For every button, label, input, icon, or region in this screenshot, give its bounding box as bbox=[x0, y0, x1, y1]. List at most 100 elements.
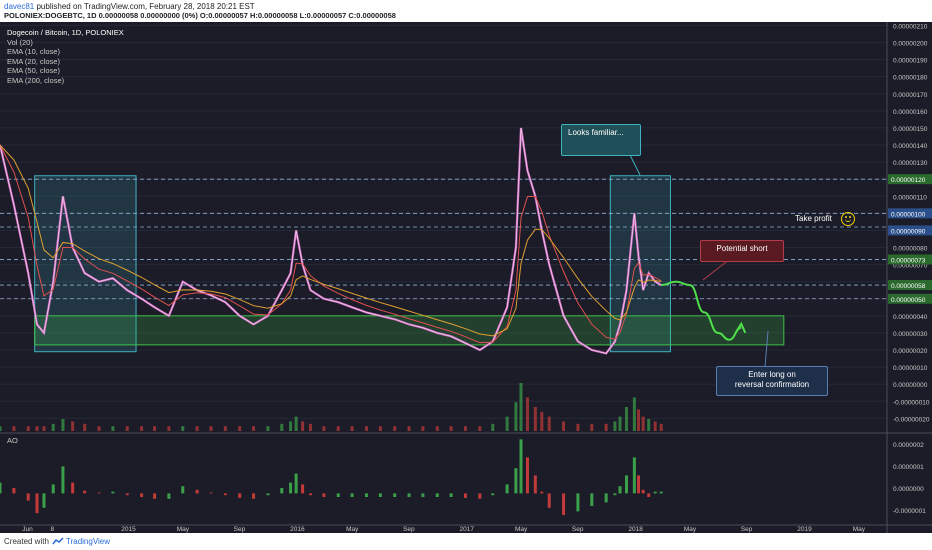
volume-bar bbox=[294, 416, 298, 431]
price-label: 0.00000120 bbox=[891, 177, 926, 184]
volume-bar bbox=[308, 423, 312, 431]
volume-bar bbox=[266, 426, 270, 431]
ao-bar bbox=[111, 491, 115, 494]
volume-bar bbox=[280, 423, 284, 431]
ao-bar bbox=[167, 493, 171, 499]
ao-tick-label: 0.0000001 bbox=[893, 464, 924, 471]
ao-bar bbox=[378, 493, 382, 497]
ao-bar bbox=[308, 493, 312, 496]
volume-bar bbox=[12, 426, 16, 431]
ao-bar bbox=[289, 482, 293, 494]
y-tick-label: 0.00000170 bbox=[893, 92, 928, 99]
y-tick-label: 0.00000190 bbox=[893, 58, 928, 65]
ao-bar bbox=[140, 493, 144, 497]
price-label: 0.00000073 bbox=[891, 257, 926, 264]
volume-bar bbox=[632, 397, 636, 431]
symbol-line: POLONIEX:DOGEBTC, 1D 0.00000058 0.000000… bbox=[4, 11, 396, 20]
volume-bar bbox=[364, 426, 368, 431]
legend-ema-50[interactable]: EMA (50, close) bbox=[7, 66, 124, 76]
zone-green bbox=[34, 315, 785, 346]
volume-bar bbox=[42, 426, 46, 431]
tradingview-brand-link[interactable]: TradingView bbox=[66, 537, 110, 546]
ao-bar bbox=[364, 493, 368, 497]
ao-bar bbox=[647, 493, 651, 497]
ao-bar bbox=[618, 486, 622, 494]
ao-bar bbox=[0, 482, 2, 494]
volume-bar bbox=[153, 426, 157, 431]
y-tick-label: 0.00000210 bbox=[893, 23, 928, 30]
ao-bar bbox=[624, 475, 628, 494]
ao-tick-label: 0.0000002 bbox=[893, 442, 924, 449]
ao-bar bbox=[505, 484, 509, 494]
smiley-icon bbox=[841, 212, 855, 226]
ao-bar bbox=[637, 475, 641, 494]
publish-line: davec81 published on TradingView.com, Fe… bbox=[4, 2, 255, 11]
x-tick-label: 2019 bbox=[797, 526, 812, 533]
price-chart[interactable]: 0.00000210 0.00000200 0.00000190 0.00000180… bbox=[0, 22, 932, 533]
volume-bar bbox=[61, 419, 65, 431]
ao-bar bbox=[449, 493, 453, 497]
ao-bar bbox=[604, 493, 608, 503]
ao-bar bbox=[547, 493, 551, 508]
volume-bar bbox=[83, 423, 87, 431]
ao-bar bbox=[280, 488, 284, 494]
y-tick-label: 0.00000040 bbox=[893, 314, 928, 321]
ao-bar bbox=[525, 457, 529, 494]
ao-bar bbox=[632, 457, 636, 494]
ao-tick-label: -0.0000001 bbox=[893, 508, 926, 515]
x-tick-label: 8 bbox=[50, 526, 54, 533]
y-tick-label: 0.00000150 bbox=[893, 126, 928, 133]
ao-bar bbox=[51, 484, 55, 494]
volume-bar bbox=[209, 426, 213, 431]
volume-bar bbox=[350, 426, 354, 431]
ao-bar bbox=[125, 493, 129, 496]
volume-bar bbox=[51, 423, 55, 431]
volume-bar bbox=[525, 397, 529, 431]
volume-bar bbox=[393, 426, 397, 431]
legend-title: Dogecoin / Bitcoin, 1D, POLONIEX bbox=[7, 28, 124, 37]
volume-bar bbox=[463, 426, 467, 431]
y-tick-label: 0.00000140 bbox=[893, 143, 928, 150]
volume-bar bbox=[301, 421, 305, 431]
enter-long-line2: reversal confirmation bbox=[734, 380, 810, 389]
y-tick-label: -0.00000020 bbox=[893, 416, 930, 423]
legend-ema-10[interactable]: EMA (10, close) bbox=[7, 47, 124, 57]
ao-bar bbox=[301, 484, 305, 494]
x-tick-label: 2015 bbox=[121, 526, 136, 533]
x-tick-label: Sep bbox=[403, 526, 415, 533]
y-tick-label: 0.00000110 bbox=[893, 194, 927, 201]
volume-bar bbox=[26, 426, 30, 431]
volume-bar bbox=[322, 426, 326, 431]
volume-bar bbox=[195, 426, 199, 431]
ao-bar bbox=[613, 493, 617, 496]
ao-bar bbox=[514, 468, 518, 494]
ao-bar bbox=[407, 493, 411, 497]
volume-bar bbox=[421, 426, 425, 431]
y-tick-label: 0.00000020 bbox=[893, 348, 928, 355]
x-tick-label: Sep bbox=[741, 526, 753, 533]
x-tick-label: Sep bbox=[234, 526, 246, 533]
volume-bar bbox=[140, 426, 144, 431]
ao-tick-label: 0.0000000 bbox=[893, 486, 924, 493]
ao-bar bbox=[590, 493, 594, 506]
volume-bar bbox=[111, 426, 115, 431]
legend-vol[interactable]: Vol (20) bbox=[7, 38, 124, 48]
author-link[interactable]: davec81 bbox=[4, 2, 34, 11]
volume-bar bbox=[576, 423, 580, 431]
ao-bar bbox=[653, 491, 657, 494]
ao-bar bbox=[252, 493, 256, 499]
legend-ema-20[interactable]: EMA (20, close) bbox=[7, 57, 124, 67]
volume-bar bbox=[540, 411, 544, 431]
y-tick-label: 0.00000160 bbox=[893, 109, 928, 116]
ao-bar bbox=[533, 475, 537, 494]
volume-bar bbox=[562, 421, 566, 431]
y-tick-label: 0.00000200 bbox=[893, 41, 928, 48]
volume-bar bbox=[223, 426, 227, 431]
x-tick-label: 2017 bbox=[459, 526, 474, 533]
volume-bar bbox=[653, 421, 657, 431]
ao-bar bbox=[35, 493, 39, 514]
ao-bar bbox=[491, 493, 495, 496]
legend-ema-200[interactable]: EMA (200, close) bbox=[7, 76, 124, 86]
ao-bar bbox=[61, 466, 65, 494]
y-tick-label: 0.00000010 bbox=[893, 365, 928, 372]
